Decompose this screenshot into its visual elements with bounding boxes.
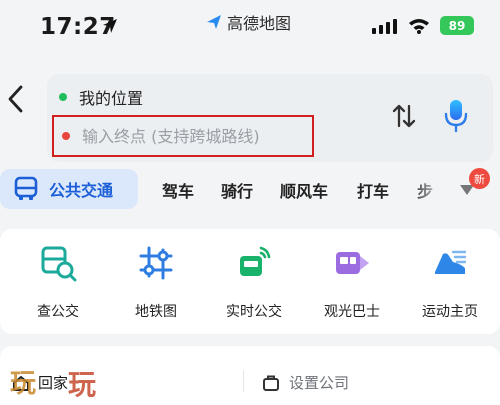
- subway-map-icon: [139, 246, 173, 280]
- cellular-signal-icon: [372, 18, 397, 34]
- transport-mode-tabs: 公共交通 驾车 骑行 顺风车 打车 步 新: [0, 166, 500, 218]
- status-icons: 89: [372, 16, 474, 35]
- status-bar: 17:27 高德地图 89: [0, 0, 500, 62]
- company-label: 设置公司: [289, 374, 350, 392]
- watermark-logo: 玩 玩: [10, 368, 96, 400]
- destination-field[interactable]: [52, 115, 314, 157]
- origin-text: 我的位置: [79, 89, 144, 108]
- bus-icon: [14, 176, 38, 200]
- tool-realtime-bus[interactable]: 实时公交: [204, 229, 304, 334]
- app-name: 高德地图: [205, 10, 291, 34]
- sightseeing-bus-icon: [336, 252, 369, 274]
- quick-tools-card: 查公交 地铁图 实时公交 观光巴士 运动主页: [0, 229, 500, 334]
- tab-ride[interactable]: 骑行: [221, 178, 253, 202]
- origin-dot-icon: [59, 93, 67, 101]
- svg-text:玩: 玩: [10, 369, 36, 399]
- briefcase-icon: [263, 375, 279, 391]
- tab-drive[interactable]: 驾车: [162, 178, 194, 202]
- svg-text:玩: 玩: [68, 368, 96, 400]
- tool-subway-map[interactable]: 地铁图: [106, 229, 206, 334]
- tab-carpool[interactable]: 顺风车: [280, 178, 328, 202]
- new-badge: 新: [469, 168, 490, 189]
- location-arrow-icon: [103, 19, 117, 33]
- amap-logo-icon: [207, 15, 221, 29]
- origin-field[interactable]: 我的位置: [59, 85, 143, 109]
- tab-public-transit[interactable]: 公共交通: [0, 169, 138, 209]
- swap-icon[interactable]: [392, 102, 416, 130]
- destination-dot-icon: [62, 132, 70, 140]
- company-shortcut[interactable]: 设置公司: [262, 372, 349, 393]
- back-arrow-icon[interactable]: [5, 84, 27, 114]
- wifi-icon: [409, 18, 429, 34]
- tabs-fade: [408, 166, 458, 216]
- destination-input[interactable]: [82, 126, 302, 146]
- tab-taxi[interactable]: 打车: [357, 178, 389, 202]
- running-shoe-icon: [435, 250, 467, 274]
- favorites-divider: [243, 370, 244, 392]
- tool-sports-home[interactable]: 运动主页: [400, 229, 500, 334]
- bus-search-icon: [41, 246, 77, 282]
- battery-indicator: 89: [440, 16, 474, 35]
- tool-sightseeing-bus[interactable]: 观光巴士: [302, 229, 402, 334]
- realtime-bus-icon: [240, 246, 271, 276]
- route-input-panel: 我的位置: [47, 74, 493, 162]
- tool-bus-search[interactable]: 查公交: [8, 229, 108, 334]
- voice-input-icon[interactable]: [442, 98, 470, 134]
